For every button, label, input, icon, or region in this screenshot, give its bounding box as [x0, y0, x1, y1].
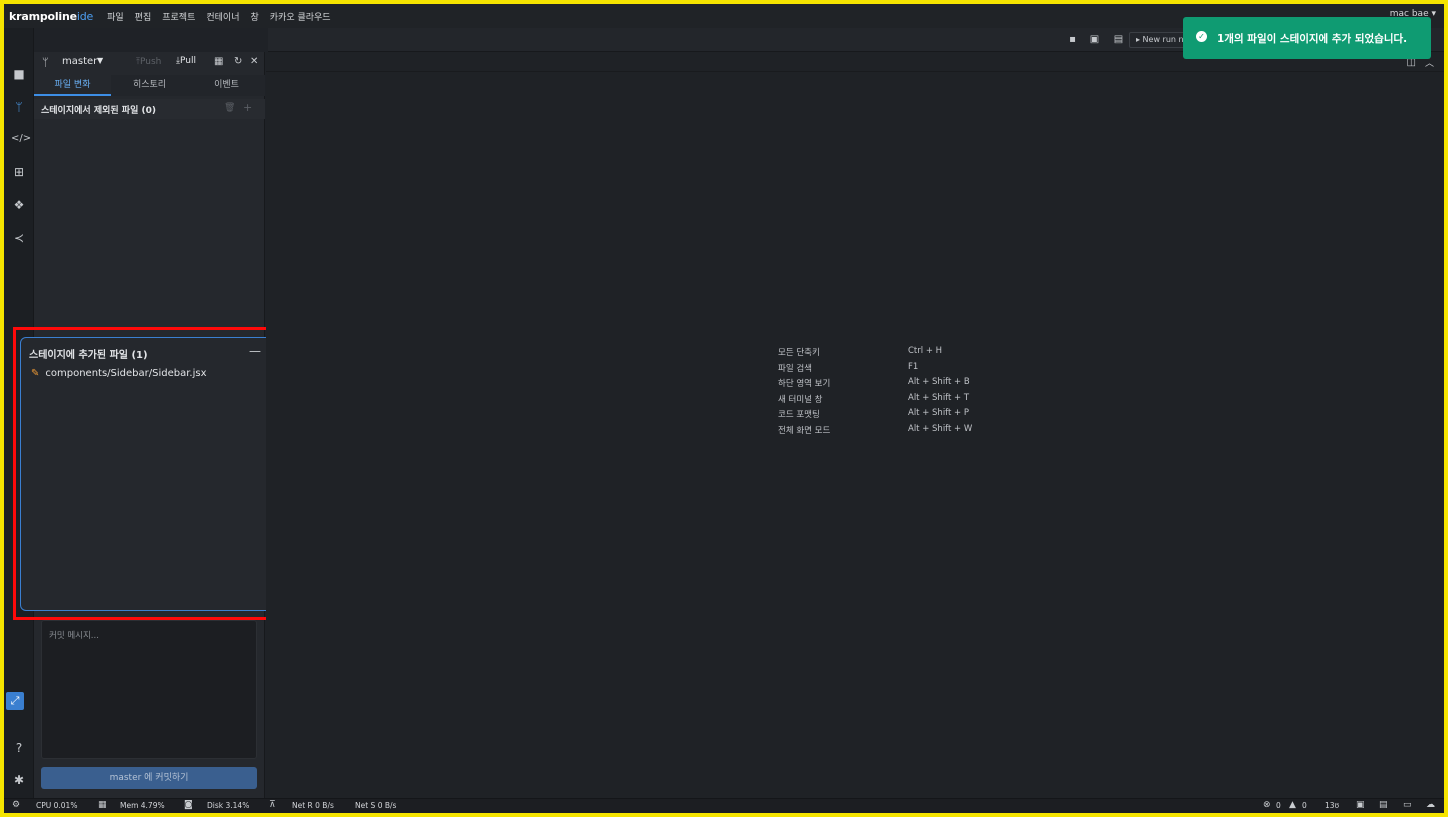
toast-notification[interactable]: ✓ 1개의 파일이 스테이지에 추가 되었습니다. — [1183, 17, 1431, 59]
layout-settings-icon[interactable]: ⊞ — [11, 164, 27, 180]
unstaged-section-header: 스테이지에서 제외된 파일 (0) 🗑 + — [34, 99, 265, 119]
toast-message: 1개의 파일이 스테이지에 추가 되었습니다. — [1217, 33, 1408, 45]
staged-files-panel: 스테이지에 추가된 파일 (1) — ✎ components/Sidebar/… — [20, 337, 274, 611]
terminal-icon[interactable]: ▭ — [1403, 800, 1412, 810]
help-icon[interactable]: ? — [11, 740, 27, 756]
branch-selector[interactable]: master — [62, 56, 97, 67]
settings-icon[interactable]: ⚙ — [12, 800, 20, 810]
code-icon[interactable]: </> — [11, 131, 31, 147]
package-icon[interactable]: ❖ — [11, 197, 27, 213]
folder-settings-icon[interactable]: ▦ — [214, 56, 223, 67]
menu-window[interactable]: 창 — [250, 10, 258, 23]
check-circle-icon: ✓ — [1196, 31, 1207, 42]
language-indicator[interactable]: 13ʊ — [1325, 801, 1339, 810]
mem-status: Mem 4.79% — [120, 801, 165, 810]
shortcut-row: 파일 검색 F1 — [778, 361, 919, 374]
tab-events[interactable]: 이벤트 — [188, 75, 265, 96]
commit-message-input[interactable]: 커밋 메시지... — [41, 620, 257, 759]
git-branch-icon[interactable]: ᛘ — [11, 99, 27, 115]
app-logo[interactable]: krampolineide — [9, 10, 93, 23]
briefcase-icon[interactable]: ■ — [11, 66, 27, 82]
file-path: components/Sidebar/Sidebar.jsx — [45, 368, 207, 379]
menu-edit[interactable]: 편집 — [135, 10, 152, 23]
minus-icon[interactable]: — — [249, 344, 261, 358]
net-send-status: Net S 0 B/s — [355, 801, 397, 810]
shortcut-row: 새 터미널 창 Alt + Shift + T — [778, 392, 970, 405]
tab-history[interactable]: 히스토리 — [111, 75, 188, 96]
fullscreen-icon[interactable]: ⤢ — [6, 692, 24, 710]
shortcut-row: 코드 포맷팅 Alt + Shift + P — [778, 408, 970, 420]
error-count[interactable]: 0 — [1276, 801, 1281, 810]
panel-icon[interactable]: ▣ — [1356, 800, 1365, 810]
disk-status: Disk 3.14% — [207, 801, 250, 810]
warning-count[interactable]: 0 — [1302, 801, 1307, 810]
gear-icon[interactable]: ✱ — [11, 772, 27, 788]
push-button[interactable]: ⤒Push — [136, 57, 161, 67]
chat-icon[interactable]: ▤ — [1379, 800, 1388, 810]
cpu-status: CPU 0.01% — [36, 801, 78, 810]
unstaged-title: 스테이지에서 제외된 파일 (0) — [41, 106, 156, 116]
commit-placeholder: 커밋 메시지... — [49, 631, 99, 641]
menu-kakao-cloud[interactable]: 카카오 클라우드 — [270, 10, 331, 23]
layout-icon[interactable]: ▤ — [1113, 34, 1124, 45]
shortcut-row: 전체 화면 모드 Alt + Shift + W — [778, 423, 973, 436]
close-icon[interactable]: ✕ — [250, 56, 258, 67]
memory-icon: ▦ — [98, 800, 107, 810]
warning-icon[interactable]: ▲ — [1289, 800, 1296, 810]
menu-project[interactable]: 프로젝트 — [162, 10, 195, 23]
cloud-icon[interactable]: ☁ — [1426, 800, 1435, 810]
refresh-icon[interactable]: ↻ — [234, 56, 242, 67]
menu-file[interactable]: 파일 — [107, 10, 124, 23]
commit-button[interactable]: master 에 커밋하기 — [41, 767, 257, 789]
shortcut-row: 모든 단축키 Ctrl + H — [778, 346, 943, 358]
editor-area: ◫ ︿ 모든 단축키 Ctrl + H 파일 검색 F1 하단 영역 보기 Alt +… — [266, 52, 1444, 798]
staged-title: 스테이지에 추가된 파일 (1) — [29, 350, 148, 361]
share-icon[interactable]: ≺ — [11, 230, 27, 246]
save-icon[interactable]: ▪ — [1067, 34, 1078, 45]
trash-icon[interactable]: 🗑 — [224, 103, 235, 113]
tab-file-changes[interactable]: 파일 변화 — [34, 75, 111, 96]
list-item[interactable]: ✎ components/Sidebar/Sidebar.jsx — [31, 368, 207, 379]
shortcut-row: 하단 영역 보기 Alt + Shift + B — [778, 377, 970, 389]
net-receive-status: Net R 0 B/s — [292, 801, 334, 810]
error-icon[interactable]: ⊗ — [1263, 800, 1271, 810]
menu-container[interactable]: 컨테이너 — [206, 10, 239, 23]
disk-icon: ◙ — [184, 800, 193, 810]
status-bar: ⚙ CPU 0.01% ▦ Mem 4.79% ◙ Disk 3.14% ⊼ N… — [4, 798, 1444, 813]
branch-icon: ᛘ — [42, 56, 49, 69]
git-header: ᛘ master ▼ ⤒Push ⤓Pull ▦ ↻ ✕ — [34, 52, 265, 72]
git-panel: ᛘ master ▼ ⤒Push ⤓Pull ▦ ↻ ✕ 파일 변화 히스토리 … — [13, 52, 283, 798]
git-tabs: 파일 변화 히스토리 이벤트 — [34, 75, 265, 96]
plus-icon[interactable]: + — [243, 101, 252, 114]
save-all-icon[interactable]: ▣ — [1089, 34, 1100, 45]
pencil-icon: ✎ — [31, 368, 40, 379]
shortcuts-list: 모든 단축키 Ctrl + H 파일 검색 F1 하단 영역 보기 Alt + Shi… — [778, 346, 998, 439]
pull-button[interactable]: ⤓Pull — [176, 56, 196, 66]
ide-window: krampolineide 파일 편집 프로젝트 컨테이너 창 카카오 클라우드… — [4, 4, 1444, 813]
network-icon: ⊼ — [269, 800, 276, 810]
chevron-down-icon[interactable]: ▼ — [97, 56, 103, 65]
